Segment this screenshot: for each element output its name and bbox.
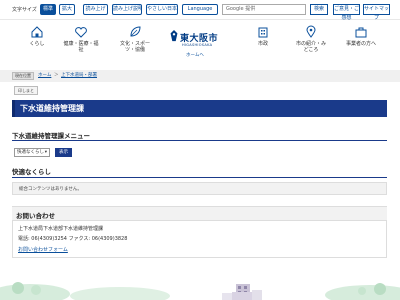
language-button[interactable]: Language	[182, 4, 218, 15]
font-size-label: 文字サイズ	[12, 7, 37, 13]
nav-health-label: 健康・医療・福祉	[63, 41, 99, 53]
chevron-down-icon: ▾	[44, 150, 47, 155]
house-icon	[31, 26, 43, 38]
nav-culture-label: 文化・スポーツ・協働	[119, 41, 150, 53]
heart-icon	[75, 27, 87, 38]
contact-department: 上下水道局下水道部下水道維持管理課	[18, 226, 104, 232]
feedback-button[interactable]: ご意見・ご感想	[333, 4, 360, 21]
read-aloud-help-button[interactable]: 読み上げ説明	[112, 4, 142, 15]
utility-bar: 文字サイズ 標準 拡大 読み上げ 読み上げ説明 やさしい日本語 Language…	[0, 0, 400, 21]
easy-japanese-button[interactable]: やさしい日本語	[146, 4, 178, 15]
briefcase-icon	[355, 27, 367, 38]
nav-kurashi-label: くらし	[29, 41, 45, 47]
contact-phone: 電話: 06(4309)3254 ファクス: 06(4309)3828	[18, 236, 128, 242]
nav-city-gov-label: 市政	[257, 41, 268, 47]
print-button[interactable]: 印しまと	[14, 86, 38, 95]
search-input[interactable]: Google 提供	[222, 4, 306, 15]
nav-city-info[interactable]: 市の紹介・みどころ	[296, 25, 326, 53]
read-aloud-button[interactable]: 読み上げ	[83, 4, 108, 15]
breadcrumb: 現在位置 ホーム ＞ 上下水道局・部署	[0, 70, 400, 82]
nav-culture[interactable]: 文化・スポーツ・協働	[116, 25, 154, 53]
nav-business[interactable]: 事業者の方へ	[341, 25, 381, 47]
menu-heading-divider	[12, 140, 387, 141]
menu-go-button[interactable]: 表示	[55, 148, 72, 157]
city-logo[interactable]: 東大阪市 HIGASHIOSAKA ホームへ	[170, 25, 232, 65]
page-title: 下水道維持管理課	[20, 104, 84, 113]
nav-city-gov[interactable]: 市政	[251, 25, 275, 47]
menu-heading: 下水道維持管理課メニュー	[12, 132, 90, 140]
nav-business-label: 事業者の方へ	[345, 41, 376, 47]
city-emblem-icon	[170, 30, 178, 42]
leaf-icon	[130, 26, 141, 37]
kaiteki-heading-divider	[12, 177, 387, 178]
building-icon	[258, 27, 268, 38]
map-pin-icon	[306, 25, 316, 38]
nav-city-info-label: 市の紹介・みどころ	[296, 41, 327, 53]
breadcrumb-home[interactable]: ホーム	[38, 72, 51, 78]
page-title-bar: 下水道維持管理課	[12, 100, 387, 117]
breadcrumb-tag: 現在位置	[12, 72, 34, 80]
font-large-button[interactable]: 拡大	[59, 4, 75, 15]
menu-select[interactable]: 快適なくらし ▾	[14, 148, 50, 157]
nav-kurashi[interactable]: くらし	[24, 25, 50, 47]
notice-box: 総合コンテンツはありません。	[12, 182, 387, 195]
contact-box: 上下水道局下水道部下水道維持管理課 電話: 06(4309)3254 ファクス:…	[12, 220, 387, 258]
city-romaji: HIGASHIOSAKA	[182, 43, 213, 47]
search-button[interactable]: 検索	[310, 4, 328, 15]
font-standard-button[interactable]: 標準	[40, 4, 56, 15]
notice-text: 総合コンテンツはありません。	[19, 187, 82, 192]
contact-heading: お問い合わせ	[16, 212, 55, 220]
contact-form-link[interactable]: お問い合わせフォーム	[18, 246, 68, 253]
breadcrumb-dept[interactable]: 上下水道局・部署	[61, 72, 97, 78]
cityscape-illustration	[0, 282, 400, 300]
main-header: くらし 健康・医療・福祉 文化・スポーツ・協働 東大阪市 HIGASHIOSAK…	[0, 21, 400, 68]
nav-health[interactable]: 健康・医療・福祉	[62, 25, 100, 53]
contact-heading-bar: お問い合わせ	[12, 206, 387, 220]
sitemap-button[interactable]: サイトマップ	[363, 4, 390, 21]
kaiteki-heading: 快適なくらし	[12, 168, 51, 176]
home-link[interactable]: ホームへ	[186, 52, 204, 58]
breadcrumb-separator: ＞	[54, 73, 59, 78]
menu-select-value: 快適なくらし	[17, 150, 44, 155]
